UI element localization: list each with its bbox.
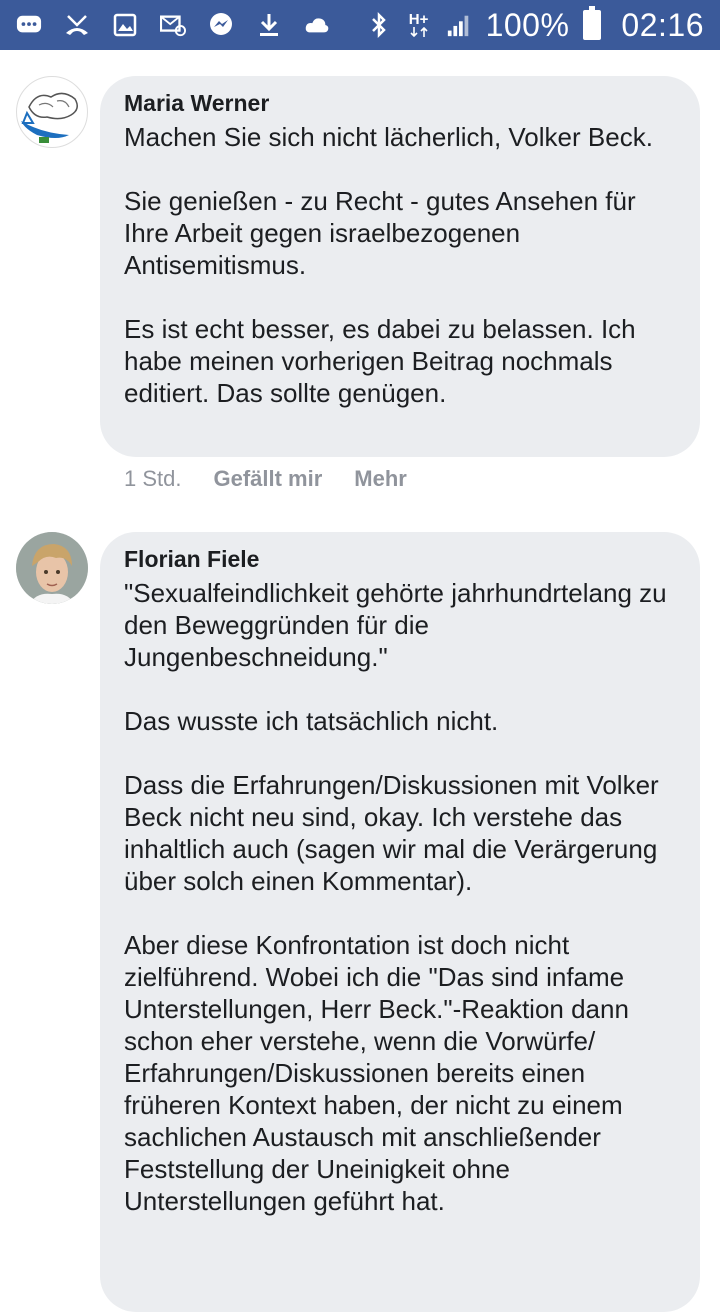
more-button[interactable]: Mehr [354, 466, 407, 492]
messenger-icon [208, 12, 234, 38]
gallery-icon [112, 12, 138, 38]
network-label: H+ [408, 11, 429, 28]
missed-call-icon [64, 12, 90, 38]
battery-percent: 100% [485, 6, 570, 43]
download-icon [256, 12, 282, 38]
bluetooth-icon [366, 11, 392, 39]
system-status: H+ 100% 02:16 [366, 6, 704, 44]
comment-bubble: Maria Werner Machen Sie sich nicht läche… [100, 76, 700, 457]
battery-icon [583, 6, 602, 40]
comment-text: "Sexualfeindlichkeit gehörte jahrhundrte… [124, 578, 667, 1216]
comment-time[interactable]: 1 Std. [124, 466, 181, 492]
like-button[interactable]: Gefällt mir [213, 466, 322, 492]
cloud-icon [304, 12, 330, 38]
status-bar: H+ 100% 02:16 [0, 0, 720, 50]
comment-text: Machen Sie sich nicht lächerlich, Volker… [124, 122, 653, 408]
clock: 02:16 [621, 6, 704, 43]
notification-icons [16, 12, 330, 38]
email-icon [160, 12, 186, 38]
comment-author[interactable]: Maria Werner [124, 90, 676, 117]
avatar[interactable] [16, 76, 88, 148]
signal-icon [446, 12, 472, 38]
comment-actions: 1 Std. Gefällt mir Mehr [124, 466, 407, 492]
comment-author[interactable]: Florian Fiele [124, 546, 676, 573]
comment-bubble: Florian Fiele "Sexualfeindlichkeit gehör… [100, 532, 700, 1312]
message-icon [16, 12, 42, 38]
network-icon: H+ [406, 12, 432, 38]
avatar[interactable] [16, 532, 88, 604]
